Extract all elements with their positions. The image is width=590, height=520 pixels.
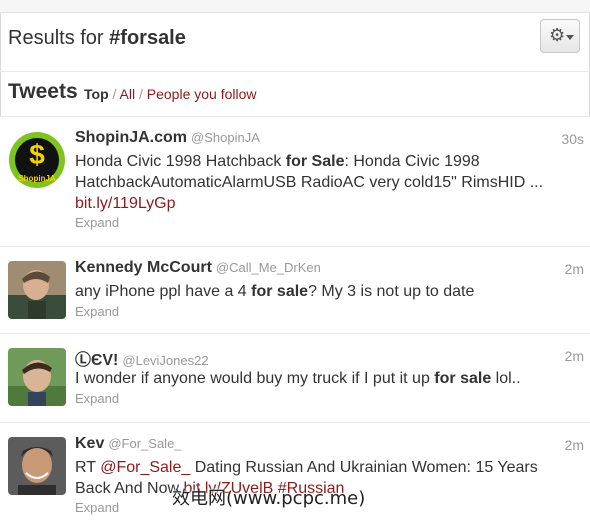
author-name[interactable]: ⓁЄV! (75, 352, 118, 369)
avatar-logo-text: ShopinJA (18, 174, 56, 183)
chevron-down-icon (566, 35, 574, 40)
tweet-text-part: I wonder if anyone would buy my truck if… (75, 370, 435, 387)
tweet-link[interactable]: bit.ly/119LyGp (75, 195, 176, 212)
shopinja-logo: $ ShopinJA (9, 132, 65, 188)
filter-top[interactable]: Top (84, 86, 109, 102)
expand-link[interactable]: Expand (75, 304, 119, 319)
search-hashtag: #forsale (109, 27, 186, 49)
search-term-highlight: for Sale (285, 153, 345, 170)
search-term-highlight: for sale (434, 370, 492, 387)
tweet-item[interactable]: $ ShopinJA ShopinJA.com @ShopinJA 30s Hon… (0, 117, 590, 247)
user-photo (8, 437, 66, 495)
filter-people-you-follow[interactable]: People you follow (147, 86, 257, 102)
filter-all[interactable]: All (120, 86, 136, 102)
tweet-text-part: ? My 3 is not up to date (308, 283, 475, 300)
tweet-text-part: Honda Civic 1998 Hatchback (75, 153, 286, 170)
mention-link[interactable]: @For_Sale_ (100, 459, 190, 476)
page-title: Results for #forsale (8, 27, 186, 50)
tweet-text-part: lol.. (491, 370, 521, 387)
results-header: Results for #forsale ⚙ (0, 13, 590, 72)
tweets-section-header: Tweets Top / All / People you follow (0, 72, 590, 117)
tweet-timestamp[interactable]: 2m (565, 261, 584, 277)
top-strip (0, 0, 590, 13)
tweet-timestamp[interactable]: 2m (565, 437, 584, 453)
author-handle[interactable]: @LeviJones22 (122, 353, 208, 368)
author-handle[interactable]: @ShopinJA (191, 130, 260, 145)
user-photo (8, 261, 66, 319)
author-name[interactable]: Kennedy McCourt (75, 259, 212, 276)
tweet-author[interactable]: Kennedy McCourt @Call_Me_DrKen (75, 259, 321, 277)
tweet-text: any iPhone ppl have a 4 for sale? My 3 i… (75, 281, 575, 302)
gear-icon: ⚙ (549, 25, 566, 45)
filter-separator: / (138, 86, 147, 102)
tweet-item[interactable]: Kennedy McCourt @Call_Me_DrKen 2m any iPh… (0, 247, 590, 334)
tweet-text: I wonder if anyone would buy my truck if… (75, 368, 575, 389)
avatar[interactable] (8, 261, 66, 319)
results-prefix: Results for (8, 27, 104, 49)
avatar[interactable] (8, 437, 66, 495)
tweet-author[interactable]: Kev @For_Sale_ (75, 435, 182, 453)
tweet-item[interactable]: ⓁЄV! @LeviJones22 2m I wonder if anyone w… (0, 334, 590, 423)
user-photo (8, 348, 66, 406)
author-handle[interactable]: @Call_Me_DrKen (216, 260, 321, 275)
tweet-timestamp[interactable]: 30s (561, 131, 584, 147)
expand-link[interactable]: Expand (75, 391, 119, 406)
author-handle[interactable]: @For_Sale_ (108, 436, 181, 451)
tweet-filters: Top / All / People you follow (84, 86, 257, 102)
settings-button[interactable]: ⚙ (540, 19, 580, 53)
avatar[interactable] (8, 348, 66, 406)
tweet-timestamp[interactable]: 2m (565, 348, 584, 364)
tweet-text: Honda Civic 1998 Hatchback for Sale: Hon… (75, 151, 575, 214)
tweet-author[interactable]: ⓁЄV! @LeviJones22 (75, 346, 209, 370)
tweet-text-part: RT (75, 459, 101, 476)
watermark: 效电网(www.pcpc.me) (172, 488, 366, 509)
filter-separator: / (112, 86, 120, 102)
avatar[interactable]: $ ShopinJA (8, 131, 66, 189)
expand-link[interactable]: Expand (75, 500, 119, 515)
tweet-text-part: any iPhone ppl have a 4 (75, 283, 252, 300)
search-term-highlight: for sale (251, 283, 309, 300)
tweets-heading: Tweets (8, 80, 78, 103)
expand-link[interactable]: Expand (75, 215, 119, 230)
author-name[interactable]: ShopinJA.com (75, 129, 187, 146)
svg-text:$: $ (29, 139, 45, 170)
tweet-author[interactable]: ShopinJA.com @ShopinJA (75, 129, 260, 147)
author-name[interactable]: Kev (75, 435, 104, 452)
